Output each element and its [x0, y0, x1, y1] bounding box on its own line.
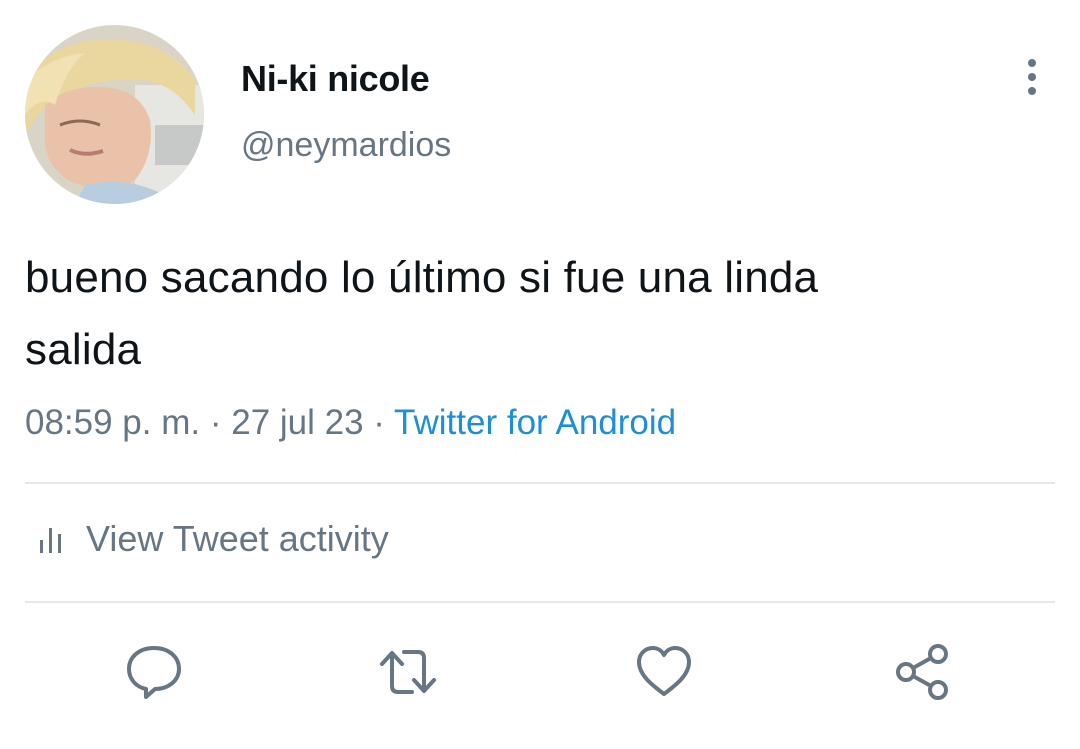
divider: [25, 601, 1055, 603]
retweet-button[interactable]: [376, 640, 440, 704]
like-button[interactable]: [632, 640, 696, 704]
tweet-text-line-2: salida: [25, 325, 142, 374]
reply-button[interactable]: [122, 640, 186, 704]
tweet-text: bueno sacando lo último si fue una linda…: [25, 242, 1055, 386]
view-tweet-activity-label: View Tweet activity: [86, 518, 389, 559]
share-icon: [896, 644, 948, 700]
bar-chart-icon: [40, 528, 61, 553]
avatar[interactable]: [25, 25, 204, 204]
meta-separator: ·: [209, 403, 222, 442]
tweet-text-line-1: bueno sacando lo último si fue una linda: [25, 253, 819, 302]
display-name[interactable]: Ni-ki nicole: [241, 58, 430, 100]
meta-separator: ·: [373, 403, 385, 442]
more-options-button[interactable]: [1012, 55, 1052, 99]
divider: [25, 482, 1055, 484]
tweet-source-link[interactable]: Twitter for Android: [394, 403, 676, 442]
comment-icon: [127, 646, 181, 699]
profile-photo: [25, 25, 204, 204]
user-handle[interactable]: @neymardios: [241, 126, 451, 165]
share-button[interactable]: [890, 640, 954, 704]
more-vertical-icon: [1028, 59, 1036, 95]
heart-icon: [637, 646, 691, 696]
retweet-icon: [380, 650, 436, 694]
view-tweet-activity-button[interactable]: View Tweet activity: [38, 518, 389, 560]
tweet-time[interactable]: 08:59 p. m.: [25, 403, 200, 442]
tweet-meta: 08:59 p. m. · 27 jul 23 · Twitter for An…: [25, 403, 676, 443]
tweet-date[interactable]: 27 jul 23: [231, 403, 363, 442]
